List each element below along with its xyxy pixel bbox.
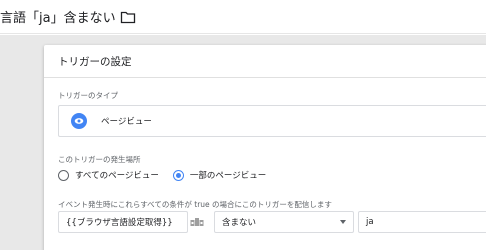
condition-operator-select[interactable]: 含まない xyxy=(214,211,354,233)
chevron-down-icon xyxy=(340,220,346,224)
radio-all-label: すべてのページビュー xyxy=(75,171,159,181)
page-title: 言語「ja」含まない xyxy=(0,7,136,26)
condition-operator-value: 含まない xyxy=(222,218,257,228)
eye-icon xyxy=(71,113,87,129)
condition-value-input[interactable]: ja xyxy=(358,211,486,233)
radio-some-page-views[interactable]: 一部のページビュー xyxy=(172,169,267,181)
radio-all-page-views[interactable]: すべてのページビュー xyxy=(58,169,159,181)
radio-button-unchecked[interactable] xyxy=(58,169,69,181)
trigger-name[interactable]: 言語「ja」含まない xyxy=(0,7,116,26)
fires-on-label: このトリガーの発生場所 xyxy=(58,155,141,164)
card-title: トリガーの設定 xyxy=(44,45,486,78)
variable-picker-icon[interactable] xyxy=(190,217,204,227)
condition-variable-value: {{ブラウザ言語設定取得}} xyxy=(66,218,173,228)
condition-value-text: ja xyxy=(366,217,374,227)
folder-icon[interactable] xyxy=(120,10,136,24)
radio-button-checked[interactable] xyxy=(172,169,184,181)
fires-on-radio-group: すべてのページビュー 一部のページビュー xyxy=(58,169,280,181)
condition-label: イベント発生時にこれらすべての条件が true の場合にこのトリガーを配信します xyxy=(58,200,332,209)
top-bar: 言語「ja」含まない xyxy=(0,0,486,34)
trigger-type-value: ページビュー xyxy=(101,117,152,127)
radio-some-label: 一部のページビュー xyxy=(189,171,267,181)
trigger-type-selector[interactable]: ページビュー xyxy=(58,105,486,137)
trigger-type-label: トリガーのタイプ xyxy=(58,91,118,100)
condition-variable-select[interactable]: {{ブラウザ言語設定取得}} xyxy=(58,211,188,233)
trigger-config-card: トリガーの設定 トリガーのタイプ ページビュー このトリガーの発生場所 すべての… xyxy=(44,45,486,250)
